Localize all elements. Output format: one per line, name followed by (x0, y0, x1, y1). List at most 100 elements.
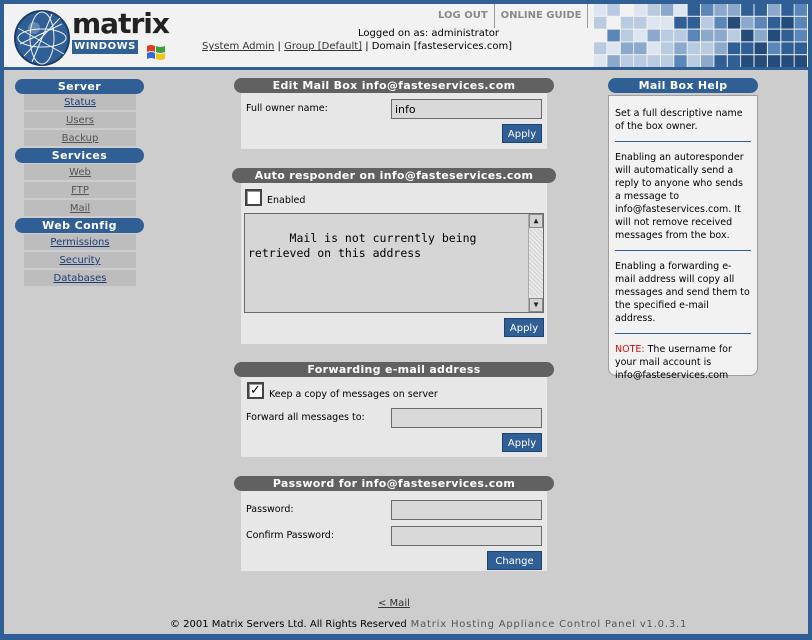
breadcrumb-separator: | (277, 41, 281, 52)
mosaic-tile (714, 29, 727, 42)
mosaic-tile (727, 4, 741, 16)
sidebar-link-databases[interactable]: Databases (54, 273, 107, 284)
mosaic-tile (794, 55, 807, 67)
footer: © 2001 Matrix Servers Ltd. All Rights Re… (170, 619, 687, 630)
menu-heading-services: Services (15, 148, 144, 163)
sidebar-link-web[interactable]: Web (69, 167, 91, 178)
mosaic-tile (714, 16, 727, 29)
mosaic-tile (594, 42, 607, 55)
mosaic-tile (647, 29, 660, 42)
autoresponder-title: Auto responder on info@fasteservices.com (232, 168, 556, 183)
forward-to-input[interactable] (391, 408, 542, 428)
help-note: NOTE: The username for your mail account… (615, 343, 751, 382)
apply-autoresponder-button[interactable]: Apply (504, 318, 544, 337)
mosaic-tile (727, 55, 741, 67)
globe-logo-icon (14, 10, 70, 66)
scroll-up-arrow-icon[interactable]: ▲ (529, 214, 543, 228)
mosaic-tile (781, 29, 794, 42)
mosaic-tile (674, 16, 687, 29)
mosaic-tile (620, 29, 634, 42)
breadcrumb-group[interactable]: Group [Default] (284, 41, 362, 52)
sidebar-link-permissions[interactable]: Permissions (50, 237, 109, 248)
nav-divider (587, 4, 589, 28)
sidebar-item-web[interactable]: Web (24, 164, 136, 181)
back-to-mail: < Mail (378, 598, 410, 609)
mosaic-tile (674, 4, 687, 16)
owner-name-input[interactable] (391, 99, 542, 119)
mosaic-tile (660, 42, 674, 55)
apply-owner-button[interactable]: Apply (502, 124, 542, 143)
brand-bottom: WINDOWS (72, 40, 138, 54)
change-password-button[interactable]: Change (487, 551, 542, 570)
header: matrix WINDOWS LOG OUT ONLINE GUIDE Logg… (4, 4, 808, 70)
mosaic-tile (781, 4, 794, 16)
mosaic-tile (767, 42, 781, 55)
mosaic-tile (620, 16, 634, 29)
autoresponder-enabled-checkbox[interactable] (245, 189, 262, 206)
message-scrollbar[interactable]: ▲ ▼ (528, 214, 543, 312)
sidebar-item-mail[interactable]: Mail (24, 200, 136, 217)
mosaic-tile (714, 4, 727, 16)
mosaic-tile (741, 4, 754, 16)
mosaic-tile (727, 16, 741, 29)
mosaic-tile (674, 42, 687, 55)
forwarding-title: Forwarding e-mail address (234, 362, 554, 377)
apply-forwarding-button[interactable]: Apply (502, 433, 542, 452)
help-divider (615, 141, 751, 142)
online-guide-link[interactable]: ONLINE GUIDE (495, 4, 588, 28)
mosaic-tile (781, 42, 794, 55)
mosaic-tile (687, 4, 700, 16)
sidebar-link-ftp[interactable]: FTP (71, 185, 89, 196)
mosaic-tile (741, 55, 754, 67)
help-title: Mail Box Help (608, 78, 758, 93)
autoresponder-enabled-label: Enabled (267, 195, 306, 206)
mosaic-tile (660, 29, 674, 42)
confirm-password-input[interactable] (391, 526, 542, 546)
sidebar-item-databases[interactable]: Databases (24, 270, 136, 287)
keep-copy-checkbox[interactable]: ✓ (247, 382, 264, 399)
mosaic-tile (674, 29, 687, 42)
sidebar-item-permissions[interactable]: Permissions (24, 234, 136, 251)
mosaic-tile (634, 29, 647, 42)
mosaic-tile (781, 55, 794, 67)
edit-mailbox-title: Edit Mail Box info@fasteservices.com (234, 78, 554, 93)
sidebar-link-status[interactable]: Status (64, 97, 96, 108)
scroll-down-arrow-icon[interactable]: ▼ (529, 298, 543, 312)
logout-link[interactable]: LOG OUT (432, 4, 494, 28)
scroll-track[interactable] (529, 229, 543, 297)
mosaic-tile (794, 29, 807, 42)
mosaic-tile (687, 29, 700, 42)
mosaic-tile (754, 16, 767, 29)
mosaic-tile (794, 16, 807, 29)
windows-flag-icon (147, 45, 165, 60)
sidebar-link-backup[interactable]: Backup (62, 133, 99, 144)
sidebar-link-users[interactable]: Users (66, 115, 94, 126)
sidebar-item-users[interactable]: Users (24, 112, 136, 129)
autoresponder-message-text: Mail is not currently being retrieved on… (248, 231, 477, 260)
breadcrumb-system-admin[interactable]: System Admin (202, 41, 274, 52)
version-text: Matrix Hosting Appliance Control Panel v… (406, 619, 688, 630)
sidebar-item-ftp[interactable]: FTP (24, 182, 136, 199)
confirm-password-label: Confirm Password: (246, 530, 335, 541)
breadcrumb-domain: | Domain [fasteservices.com] (365, 41, 513, 52)
autoresponder-message[interactable]: Mail is not currently being retrieved on… (244, 213, 544, 313)
back-to-mail-link[interactable]: < Mail (378, 598, 410, 609)
password-title: Password for info@fasteservices.com (234, 476, 554, 491)
password-input[interactable] (391, 500, 542, 520)
mosaic-tile (634, 16, 647, 29)
sidebar-link-mail[interactable]: Mail (70, 203, 90, 214)
mosaic-tile (767, 16, 781, 29)
sidebar-item-backup[interactable]: Backup (24, 130, 136, 147)
mosaic-tile (660, 4, 674, 16)
mosaic-tile (660, 55, 674, 67)
sidebar-item-security[interactable]: Security (24, 252, 136, 269)
mosaic-tile (741, 29, 754, 42)
menu-heading-web-config: Web Config (15, 218, 144, 233)
top-nav: LOG OUT ONLINE GUIDE (432, 4, 589, 28)
mosaic-tile (794, 42, 807, 55)
mosaic-tile (594, 55, 607, 67)
mosaic-tile (660, 16, 674, 29)
sidebar-link-security[interactable]: Security (59, 255, 100, 266)
mosaic-tile (687, 55, 700, 67)
sidebar-item-status[interactable]: Status (24, 94, 136, 111)
